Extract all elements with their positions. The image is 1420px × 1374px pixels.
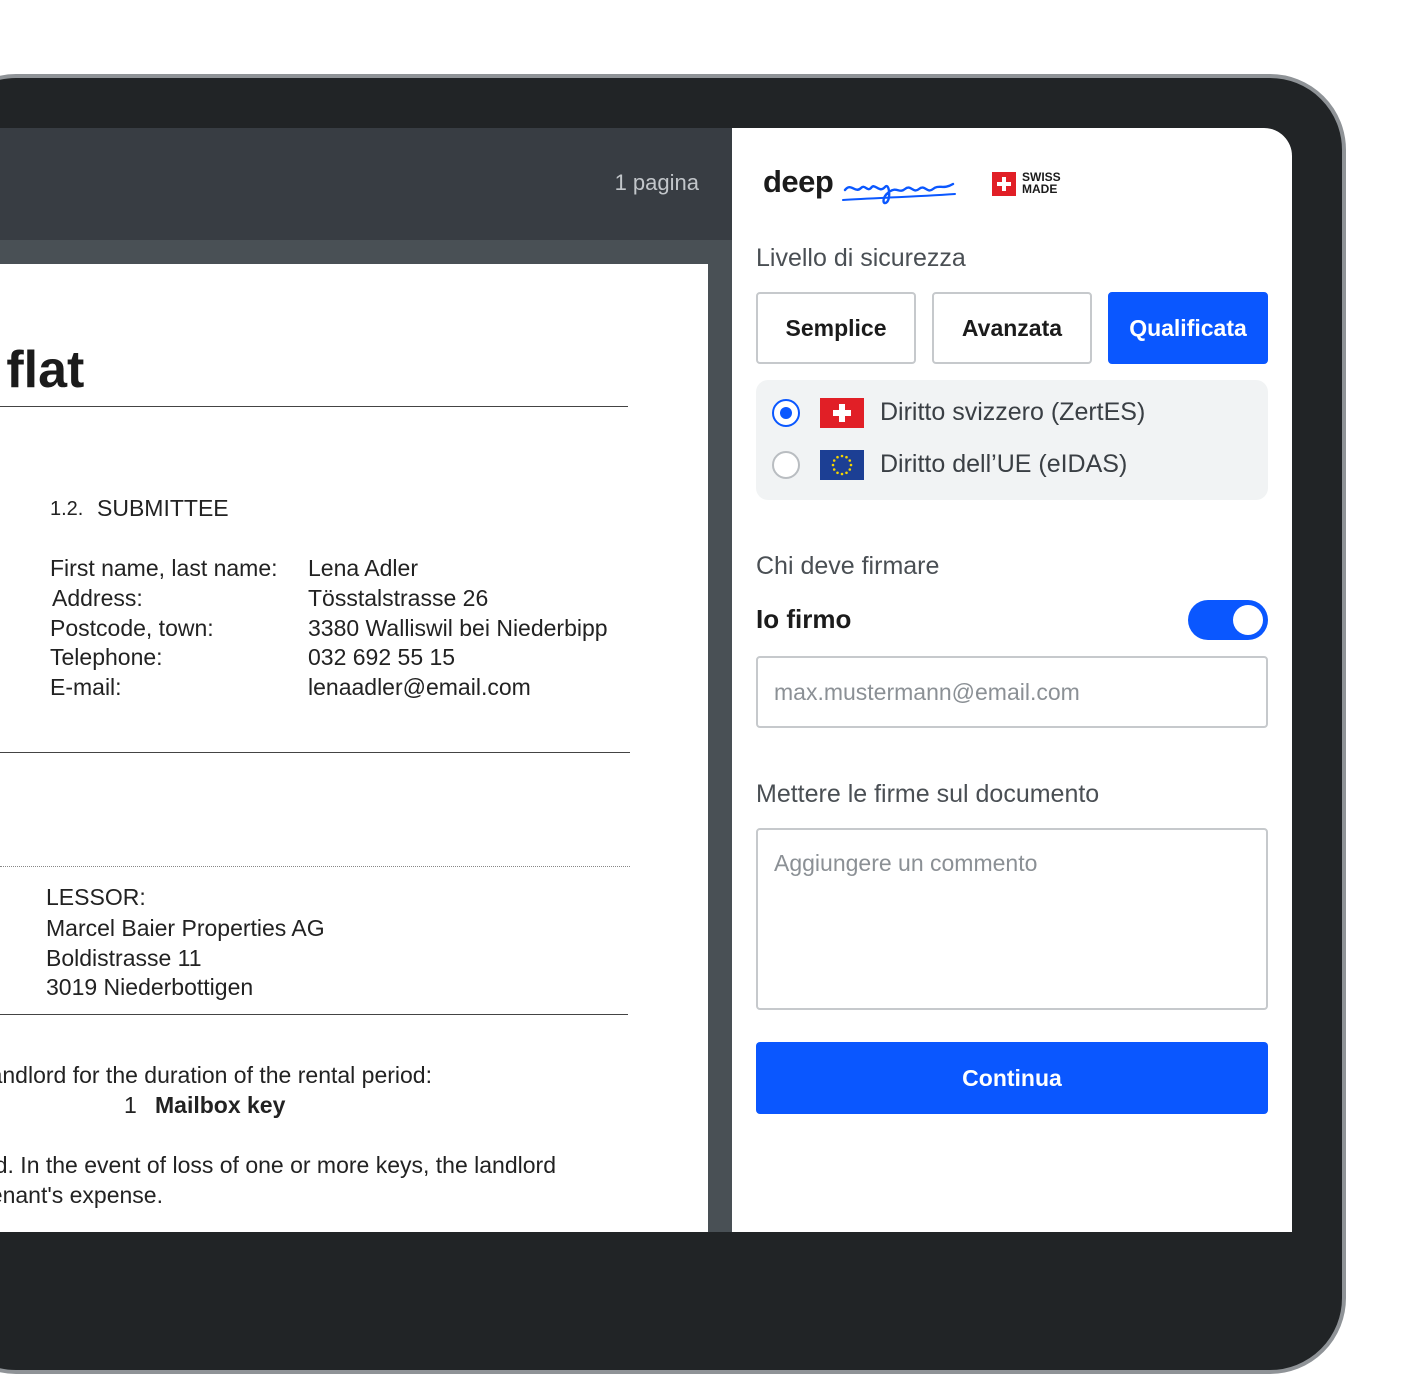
dotted-divider (0, 866, 630, 867)
page-count: 1 pagina (614, 170, 699, 195)
document-title: Application for flat (0, 341, 85, 399)
law-option-eu[interactable]: Diritto dell’UE (eIDAS) (772, 450, 1252, 484)
level-qualified-button[interactable]: Qualificata (1108, 292, 1268, 364)
viewer-toolbar: 1 pagina (0, 128, 732, 240)
keys-quantity: 1 (124, 1092, 137, 1118)
loss-clause: All keys must be returned. In the event … (0, 1152, 556, 1178)
field-label: Telephone: (50, 644, 163, 670)
field-value: Tösstalstrasse 26 (308, 585, 489, 611)
continue-button[interactable]: Continua (756, 1042, 1268, 1114)
field-value: Lena Adler (308, 555, 418, 581)
field-label: Address: (52, 585, 143, 611)
place-signatures-label: Mettere le firme sul documento (756, 780, 1100, 808)
security-level-label: Livello di sicurezza (756, 244, 966, 272)
lessor-line: Boldistrasse 11 (46, 945, 202, 971)
radio-selected-icon[interactable] (772, 399, 800, 427)
signature-script-logo (842, 182, 956, 205)
device-screen: 1 pagina Application for flat 1.2. SUBMI… (0, 128, 1292, 1232)
document-viewer: 1 pagina Application for flat 1.2. SUBMI… (0, 128, 732, 1232)
jurisdiction-options: Diritto svizzero (ZertES) Diritto dell’U… (756, 380, 1268, 500)
field-value: 3380 Walliswil bei Niederbipp (308, 615, 608, 641)
keys-sentence: The tenant receives from the landlord fo… (0, 1062, 432, 1088)
level-simple-button[interactable]: Semplice (756, 292, 916, 364)
field-label: Postcode, town: (50, 615, 214, 641)
submittee-number: 1.2. (50, 498, 84, 520)
signing-panel: deep SWISS MADE Livello di sicurezza Sem… (732, 128, 1292, 1232)
submittee-heading: SUBMITTEE (97, 495, 229, 521)
swiss-flag-icon (820, 398, 864, 428)
lessor-line: Marcel Baier Properties AG (46, 915, 325, 941)
level-advanced-button[interactable]: Avanzata (932, 292, 1092, 364)
field-value: lenaadler@email.com (308, 674, 531, 700)
lessor-heading: LESSOR: (46, 884, 146, 910)
lessor-line: 3019 Niederbottigen (46, 974, 254, 1000)
field-value: 032 692 55 15 (308, 644, 456, 670)
self-sign-label: Io firmo (756, 604, 852, 634)
who-signs-label: Chi deve firmare (756, 552, 940, 580)
lessor-divider (0, 1014, 628, 1015)
swiss-cross-icon (992, 172, 1016, 196)
title-divider (0, 406, 628, 407)
loss-clause: may replace the locks at the tenant's ex… (0, 1182, 163, 1208)
comment-textarea[interactable] (756, 828, 1268, 1010)
keys-item: Mailbox key (155, 1092, 286, 1118)
radio-unselected-icon[interactable] (772, 451, 800, 479)
section-divider (0, 752, 630, 753)
self-sign-toggle[interactable] (1188, 600, 1268, 640)
field-label: First name, last name: (50, 555, 278, 581)
law-option-swiss[interactable]: Diritto svizzero (ZertES) (772, 398, 1252, 432)
eu-flag-icon (820, 450, 864, 480)
document-page: Application for flat 1.2. SUBMITTEE Firs… (0, 264, 708, 1232)
field-label: E-mail: (50, 674, 122, 700)
signer-email-input[interactable] (756, 656, 1268, 728)
